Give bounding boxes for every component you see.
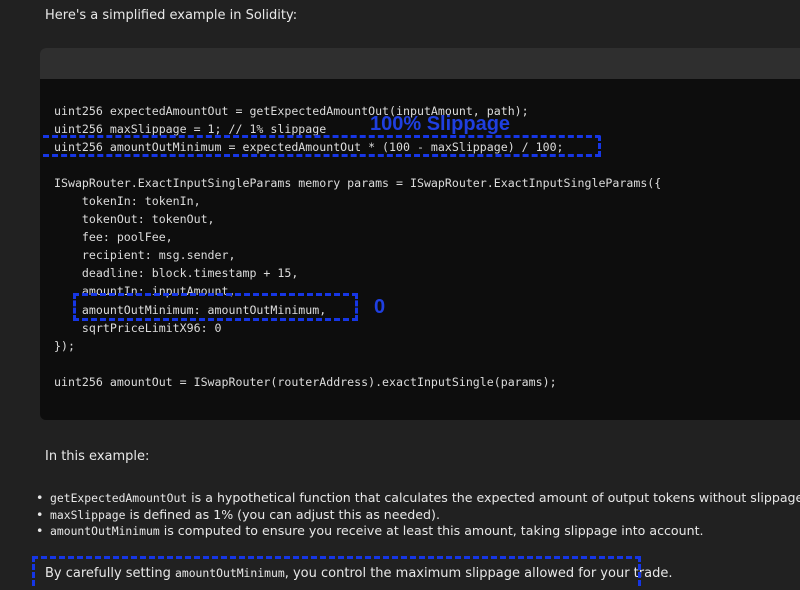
list-item: amountOutMinimum is computed to ensure y… xyxy=(36,523,800,540)
slippage-annotation-label: 100% Slippage xyxy=(370,113,511,135)
list-item-text: is a hypothetical function that calculat… xyxy=(187,490,800,505)
inline-code: getExpectedAmountOut xyxy=(50,491,188,505)
code-line: uint256 amountOut = ISwapRouter(routerAd… xyxy=(54,374,557,389)
code-line: deadline: block.timestamp + 15, xyxy=(54,266,299,281)
code-line: tokenOut: tokenOut, xyxy=(54,212,215,227)
code-line: recipient: msg.sender, xyxy=(54,248,236,263)
code-block: uint256 expectedAmountOut = getExpectedA… xyxy=(40,48,800,420)
inline-code: amountOutMinimum xyxy=(50,524,160,538)
list-item-text: is defined as 1% (you can adjust this as… xyxy=(125,506,440,522)
code-line: ISwapRouter.ExactInputSingleParams memor… xyxy=(54,176,662,191)
code-line: uint256 expectedAmountOut = getExpectedA… xyxy=(54,104,529,118)
conclusion-annotation-box xyxy=(32,556,641,586)
explanation-list: getExpectedAmountOut is a hypothetical f… xyxy=(36,490,800,540)
list-item: maxSlippage is defined as 1% (you can ad… xyxy=(36,507,800,524)
list-item-text: is computed to ensure you receive at lea… xyxy=(159,523,704,538)
code-line: tokenIn: tokenIn, xyxy=(54,194,201,209)
list-item: getExpectedAmountOut is a hypothetical f… xyxy=(36,490,800,507)
code-line: }); xyxy=(54,338,75,353)
code-block-header xyxy=(40,48,800,79)
zero-annotation-box xyxy=(73,293,358,321)
intro-text: Here's a simplified example in Solidity: xyxy=(45,8,298,23)
code-line: sqrtPriceLimitX96: 0 xyxy=(54,320,222,335)
explanation-heading: In this example: xyxy=(45,449,150,464)
slippage-annotation-box xyxy=(43,135,601,157)
inline-code: maxSlippage xyxy=(50,507,126,522)
code-line: fee: poolFee, xyxy=(54,230,173,245)
zero-annotation-label: 0 xyxy=(374,296,386,318)
